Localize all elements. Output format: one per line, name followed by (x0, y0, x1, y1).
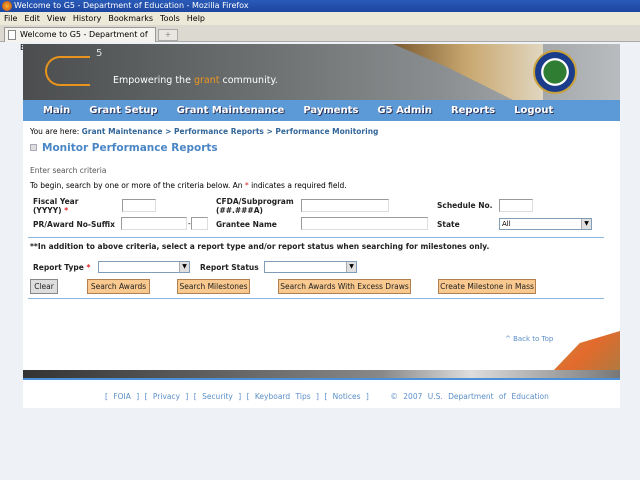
breadcrumb-performance-reports[interactable]: Performance Reports (174, 127, 264, 136)
tab-bar: Welcome to G5 - Department of Edu... + (0, 25, 640, 52)
breadcrumb: You are here: Grant Maintenance > Perfor… (30, 127, 378, 136)
tagline-pre: Empowering the (113, 75, 194, 86)
main-nav: Main Grant Setup Grant Maintenance Payments… (23, 100, 620, 121)
state-label: State (437, 220, 460, 229)
page-title: Monitor Performance Reports (30, 142, 218, 154)
report-type-label-text: Report Type (33, 263, 84, 272)
footer-keyboard-tips-link[interactable]: Keyboard Tips (255, 392, 311, 401)
copyright: © 2007 U.S. Department of Education (390, 392, 549, 401)
footer: [ FOIA ] [ Privacy ] [ Security ] [ Keyb… (105, 392, 549, 401)
tagline-accent: grant (193, 75, 220, 86)
document-icon (8, 30, 16, 40)
chevron-down-icon: ▼ (346, 262, 356, 272)
grantee-input[interactable] (301, 217, 428, 230)
menu-history[interactable]: History (73, 14, 101, 23)
nav-g5-admin[interactable]: G5 Admin (377, 100, 432, 121)
cfda-input[interactable] (301, 199, 389, 212)
breadcrumb-prefix: You are here: (30, 127, 82, 136)
menu-view[interactable]: View (47, 14, 66, 23)
breadcrumb-sep: > (162, 127, 174, 136)
menu-bookmarks[interactable]: Bookmarks (108, 14, 153, 23)
search-heading: Enter search criteria (30, 166, 107, 175)
state-select[interactable]: All ▼ (499, 218, 592, 230)
page-title-text: Monitor Performance Reports (42, 142, 218, 154)
footer-line (23, 378, 620, 380)
window-title: Welcome to G5 - Department of Education … (14, 1, 249, 10)
required-star: * (64, 206, 69, 215)
fiscal-year-input[interactable] (122, 199, 156, 212)
title-bullet-icon (30, 144, 37, 151)
fiscal-year-label: Fiscal Year (YYYY) * (33, 197, 103, 215)
required-star: * (86, 263, 91, 272)
search-milestones-button[interactable]: Search Milestones (177, 279, 250, 294)
footer-foia-link[interactable]: FOIA (113, 392, 131, 401)
search-excess-draws-button[interactable]: Search Awards With Excess Draws (278, 279, 411, 294)
nav-grant-setup[interactable]: Grant Setup (89, 100, 157, 121)
breadcrumb-grant-maintenance[interactable]: Grant Maintenance (82, 127, 163, 136)
create-milestone-mass-button[interactable]: Create Milestone in Mass (438, 279, 536, 294)
back-to-top-link[interactable]: ^ Back to Top (505, 335, 553, 343)
department-seal-icon (533, 50, 577, 94)
footer-notices-link[interactable]: Notices (333, 392, 361, 401)
pr-award-label: PR/Award No-Suffix (33, 220, 115, 229)
intro-pre: To begin, search by one or more of the c… (30, 181, 245, 190)
schedule-input[interactable] (499, 199, 533, 212)
logo-superscript: 5 (96, 48, 103, 59)
milestone-note: **In addition to above criteria, select … (30, 242, 490, 251)
clear-button[interactable]: Clear (30, 279, 58, 294)
fiscal-year-label-text: Fiscal Year (YYYY) (33, 197, 79, 215)
nav-payments[interactable]: Payments (303, 100, 358, 121)
tagline-post: community. (219, 75, 278, 86)
nav-reports[interactable]: Reports (451, 100, 495, 121)
pr-award-input[interactable] (121, 217, 187, 230)
menu-file[interactable]: File (4, 14, 17, 23)
firefox-icon (2, 1, 12, 11)
cfda-label: CFDA/Subprogram (##.###A) (216, 197, 294, 215)
intro-post: indicates a required field. (248, 181, 347, 190)
report-status-label: Report Status (200, 263, 259, 272)
tagline: Empowering the grant community. (113, 75, 278, 86)
menu-help[interactable]: Help (187, 14, 205, 23)
menu-tools[interactable]: Tools (160, 14, 180, 23)
chevron-down-icon: ▼ (179, 262, 189, 272)
pr-award-suffix-input[interactable] (191, 217, 208, 230)
divider (28, 298, 604, 299)
nav-main[interactable]: Main (43, 100, 70, 121)
menu-edit[interactable]: Edit (24, 14, 40, 23)
divider (28, 237, 604, 238)
report-status-select[interactable]: ▼ (264, 261, 357, 273)
report-type-label: Report Type * (33, 263, 90, 272)
chevron-down-icon: ▼ (581, 219, 591, 229)
menu-bar: File Edit View History Bookmarks Tools Help (0, 12, 640, 25)
schedule-label: Schedule No. (437, 201, 493, 210)
classroom-image (553, 331, 620, 371)
search-intro: To begin, search by one or more of the c… (30, 181, 347, 190)
browser-tab[interactable]: Welcome to G5 - Department of Edu... (4, 27, 156, 52)
state-value: All (502, 220, 511, 228)
g5-logo (45, 56, 90, 86)
footer-band (23, 370, 620, 378)
banner: 5 Empowering the grant community. (23, 44, 620, 100)
report-type-select[interactable]: ▼ (98, 261, 190, 273)
breadcrumb-performance-monitoring: Performance Monitoring (275, 127, 379, 136)
grantee-label: Grantee Name (216, 220, 277, 229)
library-image (393, 44, 543, 100)
footer-security-link[interactable]: Security (202, 392, 233, 401)
nav-grant-maintenance[interactable]: Grant Maintenance (177, 100, 285, 121)
nav-logout[interactable]: Logout (514, 100, 553, 121)
search-awards-button[interactable]: Search Awards (87, 279, 150, 294)
window-title-bar: Welcome to G5 - Department of Education … (0, 0, 640, 12)
page-content: 5 Empowering the grant community. Main Gr… (23, 44, 620, 408)
footer-privacy-link[interactable]: Privacy (153, 392, 180, 401)
new-tab-button[interactable]: + (158, 29, 178, 41)
breadcrumb-sep: > (263, 127, 276, 136)
